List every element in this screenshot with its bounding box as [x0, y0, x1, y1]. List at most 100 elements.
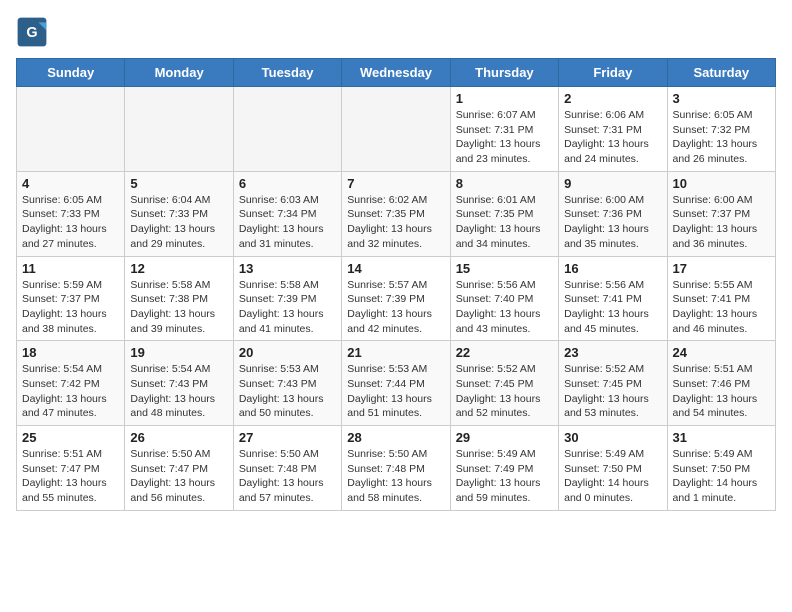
- weekday-header: Thursday: [450, 59, 558, 87]
- day-number: 12: [130, 261, 227, 276]
- day-info: Sunrise: 6:02 AMSunset: 7:35 PMDaylight:…: [347, 193, 444, 252]
- day-number: 31: [673, 430, 770, 445]
- calendar-cell: 4Sunrise: 6:05 AMSunset: 7:33 PMDaylight…: [17, 171, 125, 256]
- day-number: 15: [456, 261, 553, 276]
- day-info: Sunrise: 5:55 AMSunset: 7:41 PMDaylight:…: [673, 278, 770, 337]
- calendar-cell: 25Sunrise: 5:51 AMSunset: 7:47 PMDayligh…: [17, 426, 125, 511]
- day-info: Sunrise: 5:54 AMSunset: 7:43 PMDaylight:…: [130, 362, 227, 421]
- weekday-header: Friday: [559, 59, 667, 87]
- calendar-cell: 22 Sunrise: 5:52 AMSunset: 7:45 PMDayligh…: [450, 341, 558, 426]
- calendar-cell: [342, 87, 450, 172]
- day-number: 6: [239, 176, 336, 191]
- calendar-cell: 6 Sunrise: 6:03 AMSunset: 7:34 PMDaylight…: [233, 171, 341, 256]
- logo-icon: G: [16, 16, 48, 48]
- day-info: Sunrise: 6:06 AMSunset: 7:31 PMDaylight:…: [564, 108, 661, 167]
- calendar-cell: 23Sunrise: 5:52 AMSunset: 7:45 PMDayligh…: [559, 341, 667, 426]
- calendar-table: SundayMondayTuesdayWednesdayThursdayFrid…: [16, 58, 776, 511]
- calendar-cell: 27 Sunrise: 5:50 AMSunset: 7:48 PMDayligh…: [233, 426, 341, 511]
- day-number: 11: [22, 261, 119, 276]
- day-number: 17: [673, 261, 770, 276]
- day-info: Sunrise: 5:49 AMSunset: 7:50 PMDaylight:…: [673, 447, 770, 506]
- day-info: Sunrise: 5:50 AMSunset: 7:48 PMDaylight:…: [239, 447, 336, 506]
- calendar-cell: 7 Sunrise: 6:02 AMSunset: 7:35 PMDaylight…: [342, 171, 450, 256]
- day-number: 10: [673, 176, 770, 191]
- day-info: Sunrise: 5:54 AMSunset: 7:42 PMDaylight:…: [22, 362, 119, 421]
- day-number: 28: [347, 430, 444, 445]
- day-info: Sunrise: 6:05 AMSunset: 7:32 PMDaylight:…: [673, 108, 770, 167]
- calendar-cell: 12 Sunrise: 5:58 AMSunset: 7:38 PMDayligh…: [125, 256, 233, 341]
- calendar-cell: 21 Sunrise: 5:53 AMSunset: 7:44 PMDayligh…: [342, 341, 450, 426]
- day-number: 7: [347, 176, 444, 191]
- calendar-cell: 8 Sunrise: 6:01 AMSunset: 7:35 PMDaylight…: [450, 171, 558, 256]
- day-info: Sunrise: 6:05 AMSunset: 7:33 PMDaylight:…: [22, 193, 119, 252]
- calendar-cell: 14 Sunrise: 5:57 AMSunset: 7:39 PMDayligh…: [342, 256, 450, 341]
- calendar-cell: 28 Sunrise: 5:50 AMSunset: 7:48 PMDayligh…: [342, 426, 450, 511]
- day-info: Sunrise: 5:51 AMSunset: 7:46 PMDaylight:…: [673, 362, 770, 421]
- calendar-cell: 24 Sunrise: 5:51 AMSunset: 7:46 PMDayligh…: [667, 341, 775, 426]
- weekday-header: Wednesday: [342, 59, 450, 87]
- day-number: 16: [564, 261, 661, 276]
- day-number: 14: [347, 261, 444, 276]
- day-info: Sunrise: 6:01 AMSunset: 7:35 PMDaylight:…: [456, 193, 553, 252]
- calendar-cell: 3 Sunrise: 6:05 AMSunset: 7:32 PMDaylight…: [667, 87, 775, 172]
- day-number: 25: [22, 430, 119, 445]
- calendar-cell: 16 Sunrise: 5:56 AMSunset: 7:41 PMDayligh…: [559, 256, 667, 341]
- weekday-header: Saturday: [667, 59, 775, 87]
- day-info: Sunrise: 5:53 AMSunset: 7:44 PMDaylight:…: [347, 362, 444, 421]
- calendar-cell: 29 Sunrise: 5:49 AMSunset: 7:49 PMDayligh…: [450, 426, 558, 511]
- day-number: 3: [673, 91, 770, 106]
- calendar-cell: 1 Sunrise: 6:07 AMSunset: 7:31 PMDaylight…: [450, 87, 558, 172]
- calendar-header: SundayMondayTuesdayWednesdayThursdayFrid…: [17, 59, 776, 87]
- day-number: 27: [239, 430, 336, 445]
- calendar-cell: 31 Sunrise: 5:49 AMSunset: 7:50 PMDayligh…: [667, 426, 775, 511]
- day-info: Sunrise: 5:53 AMSunset: 7:43 PMDaylight:…: [239, 362, 336, 421]
- day-number: 13: [239, 261, 336, 276]
- day-info: Sunrise: 5:50 AMSunset: 7:47 PMDaylight:…: [130, 447, 227, 506]
- calendar-cell: 19 Sunrise: 5:54 AMSunset: 7:43 PMDayligh…: [125, 341, 233, 426]
- calendar-cell: 5 Sunrise: 6:04 AMSunset: 7:33 PMDaylight…: [125, 171, 233, 256]
- day-number: 8: [456, 176, 553, 191]
- day-number: 1: [456, 91, 553, 106]
- calendar-cell: 10 Sunrise: 6:00 AMSunset: 7:37 PMDayligh…: [667, 171, 775, 256]
- calendar-cell: 17 Sunrise: 5:55 AMSunset: 7:41 PMDayligh…: [667, 256, 775, 341]
- weekday-header: Monday: [125, 59, 233, 87]
- calendar-cell: [17, 87, 125, 172]
- day-info: Sunrise: 6:07 AMSunset: 7:31 PMDaylight:…: [456, 108, 553, 167]
- weekday-header: Sunday: [17, 59, 125, 87]
- calendar-cell: 2Sunrise: 6:06 AMSunset: 7:31 PMDaylight…: [559, 87, 667, 172]
- calendar-cell: 11 Sunrise: 5:59 AMSunset: 7:37 PMDayligh…: [17, 256, 125, 341]
- calendar-cell: [233, 87, 341, 172]
- day-info: Sunrise: 5:50 AMSunset: 7:48 PMDaylight:…: [347, 447, 444, 506]
- day-info: Sunrise: 6:00 AMSunset: 7:37 PMDaylight:…: [673, 193, 770, 252]
- calendar-cell: 13 Sunrise: 5:58 AMSunset: 7:39 PMDayligh…: [233, 256, 341, 341]
- day-number: 26: [130, 430, 227, 445]
- day-number: 24: [673, 345, 770, 360]
- day-number: 5: [130, 176, 227, 191]
- day-info: Sunrise: 6:04 AMSunset: 7:33 PMDaylight:…: [130, 193, 227, 252]
- svg-text:G: G: [26, 25, 37, 41]
- day-info: Sunrise: 6:00 AMSunset: 7:36 PMDaylight:…: [564, 193, 661, 252]
- day-info: Sunrise: 5:56 AMSunset: 7:40 PMDaylight:…: [456, 278, 553, 337]
- day-number: 18: [22, 345, 119, 360]
- day-number: 23: [564, 345, 661, 360]
- day-number: 19: [130, 345, 227, 360]
- day-info: Sunrise: 5:59 AMSunset: 7:37 PMDaylight:…: [22, 278, 119, 337]
- day-info: Sunrise: 5:52 AMSunset: 7:45 PMDaylight:…: [456, 362, 553, 421]
- day-number: 30: [564, 430, 661, 445]
- calendar-cell: 15 Sunrise: 5:56 AMSunset: 7:40 PMDayligh…: [450, 256, 558, 341]
- day-number: 20: [239, 345, 336, 360]
- day-number: 9: [564, 176, 661, 191]
- calendar-cell: [125, 87, 233, 172]
- day-info: Sunrise: 5:56 AMSunset: 7:41 PMDaylight:…: [564, 278, 661, 337]
- day-info: Sunrise: 5:58 AMSunset: 7:39 PMDaylight:…: [239, 278, 336, 337]
- weekday-header: Tuesday: [233, 59, 341, 87]
- calendar-cell: 26 Sunrise: 5:50 AMSunset: 7:47 PMDayligh…: [125, 426, 233, 511]
- day-info: Sunrise: 5:49 AMSunset: 7:49 PMDaylight:…: [456, 447, 553, 506]
- day-info: Sunrise: 5:57 AMSunset: 7:39 PMDaylight:…: [347, 278, 444, 337]
- day-number: 21: [347, 345, 444, 360]
- day-info: Sunrise: 5:58 AMSunset: 7:38 PMDaylight:…: [130, 278, 227, 337]
- day-number: 29: [456, 430, 553, 445]
- day-info: Sunrise: 6:03 AMSunset: 7:34 PMDaylight:…: [239, 193, 336, 252]
- day-number: 22: [456, 345, 553, 360]
- calendar-cell: 30Sunrise: 5:49 AMSunset: 7:50 PMDayligh…: [559, 426, 667, 511]
